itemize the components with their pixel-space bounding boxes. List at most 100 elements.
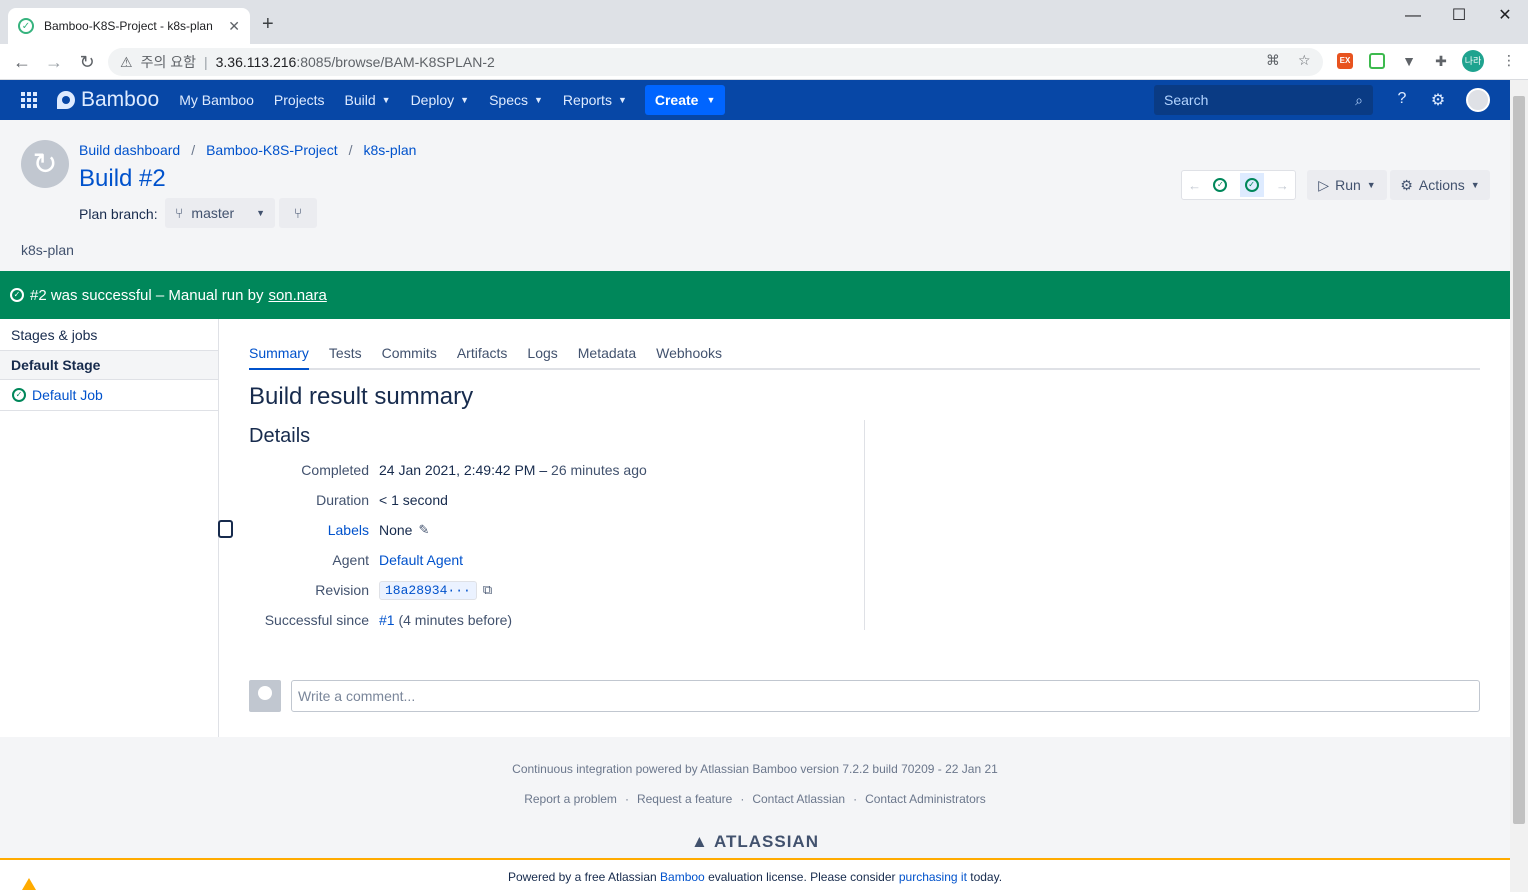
focus-outline	[218, 520, 233, 538]
logo-text: Bamboo	[81, 88, 160, 111]
tab-tests[interactable]: Tests	[329, 345, 362, 370]
footer-contact-atlassian[interactable]: Contact Atlassian	[752, 792, 845, 806]
nav-specs-label: Specs	[489, 92, 528, 108]
previous-build-icon[interactable]: ←	[1188, 178, 1201, 193]
nav-deploy[interactable]: Deploy ▼	[411, 92, 470, 108]
license-purchase-link[interactable]: purchasing it	[899, 870, 967, 884]
user-avatar[interactable]	[1466, 88, 1490, 112]
bookmark-star-icon[interactable]: ☆	[1298, 52, 1311, 69]
details-title: Details	[249, 425, 311, 447]
gear-icon[interactable]: ⚙	[1428, 90, 1448, 110]
license-bamboo-link[interactable]: Bamboo	[660, 870, 705, 884]
success-banner: ✓ #2 was successful – Manual run by son.…	[0, 271, 1510, 319]
nav-deploy-label: Deploy	[410, 92, 455, 108]
chevron-down-icon: ▼	[706, 95, 716, 105]
maximize-icon[interactable]: ☐	[1436, 4, 1482, 28]
result-tabs: Summary Tests Commits Artifacts Logs Met…	[249, 345, 1480, 370]
nav-build-label: Build	[344, 92, 376, 108]
build-history-nav: ← ✓ ✓ →	[1181, 170, 1296, 200]
minimize-icon[interactable]: —	[1390, 4, 1436, 28]
breadcrumb: Build dashboard / Bamboo-K8S-Project / k…	[79, 142, 416, 158]
agent-label: Agent	[332, 552, 369, 568]
pencil-icon[interactable]: ✎	[418, 522, 429, 538]
reload-icon[interactable]: ↻	[75, 50, 99, 74]
footer-dot: ·	[853, 792, 858, 806]
success-favicon-icon: ✓	[18, 18, 34, 34]
breadcrumb-build-dashboard[interactable]: Build dashboard	[79, 142, 180, 158]
bamboo-logo[interactable]: Bamboo	[57, 88, 159, 112]
extension-green-icon[interactable]	[1369, 53, 1385, 69]
extensions-puzzle-icon[interactable]: ✚	[1433, 53, 1449, 69]
help-icon[interactable]: ?	[1392, 90, 1412, 108]
profile-avatar[interactable]: 나라	[1462, 50, 1484, 72]
next-build-icon[interactable]: →	[1276, 178, 1289, 193]
current-build-indicator[interactable]: ✓	[1239, 173, 1264, 197]
banner-user-link[interactable]: son.nara	[268, 287, 326, 304]
copy-icon[interactable]: ⧉	[483, 582, 492, 598]
forward-icon[interactable]: →	[42, 50, 66, 74]
tab-commits[interactable]: Commits	[382, 345, 437, 370]
atlassian-logo[interactable]: ▲ ATLASSIAN	[0, 832, 1510, 852]
tab-webhooks[interactable]: Webhooks	[656, 345, 722, 370]
tab-metadata[interactable]: Metadata	[578, 345, 636, 370]
sidebar-item-default-job[interactable]: ✓ Default Job	[0, 380, 218, 411]
browser-tab[interactable]: ✓ Bamboo-K8S-Project - k8s-plan ✕	[8, 8, 250, 44]
create-branch-button[interactable]: ⑂	[279, 198, 317, 228]
menu-kebab-icon[interactable]: ⋮	[1502, 52, 1516, 69]
nav-build[interactable]: Build ▼	[345, 92, 391, 108]
labels-link[interactable]: Labels	[249, 522, 379, 538]
page-title[interactable]: Build #2	[79, 165, 166, 193]
chevron-down-icon: ▼	[256, 208, 265, 218]
actions-button[interactable]: ⚙ Actions ▼	[1390, 170, 1490, 200]
app-switcher-icon[interactable]	[21, 92, 37, 108]
chevron-down-icon: ▼	[617, 95, 627, 105]
completed-label: Completed	[301, 462, 369, 478]
sidebar-heading: Stages & jobs	[0, 319, 218, 351]
scrollbar-thumb[interactable]	[1513, 96, 1525, 824]
duration-label: Duration	[316, 492, 369, 508]
revision-label: Revision	[315, 582, 369, 598]
since-label: Successful since	[264, 612, 369, 628]
breadcrumb-project[interactable]: Bamboo-K8S-Project	[206, 142, 338, 158]
search-icon: ⌕	[1355, 91, 1363, 108]
warning-icon: ⚠	[120, 53, 133, 70]
search-input[interactable]: Search ⌕	[1154, 85, 1373, 115]
create-button[interactable]: Create ▼	[644, 85, 726, 115]
tab-artifacts[interactable]: Artifacts	[457, 345, 508, 370]
comment-input[interactable]: Write a comment...	[291, 680, 1480, 712]
nav-my-bamboo[interactable]: My Bamboo	[179, 92, 254, 108]
footer-dot: ·	[624, 792, 629, 806]
plan-status-icon: ↻	[21, 140, 69, 188]
extension-ex-icon[interactable]: EX	[1337, 53, 1353, 69]
branch-select[interactable]: ⑂ master ▼	[165, 198, 275, 228]
address-bar[interactable]: ⚠ 주의 요함 | 3.36.113.216 :8085/browse/BAM-…	[108, 48, 1323, 76]
tab-summary[interactable]: Summary	[249, 345, 309, 370]
bamboo-header: Bamboo My Bamboo Projects Build ▼ Deploy ▼…	[0, 80, 1510, 120]
footer-report-problem[interactable]: Report a problem	[524, 792, 617, 806]
detail-labels: Labels None ✎	[249, 520, 849, 540]
close-tab-icon[interactable]: ✕	[228, 18, 240, 35]
footer-request-feature[interactable]: Request a feature	[637, 792, 732, 806]
nav-reports[interactable]: Reports ▼	[563, 92, 627, 108]
revision-hash[interactable]: 18a28934···	[379, 580, 477, 600]
nav-projects[interactable]: Projects	[274, 92, 325, 108]
breadcrumb-plan[interactable]: k8s-plan	[363, 142, 416, 158]
branch-icon: ⑂	[175, 205, 184, 221]
run-button[interactable]: ▷ Run ▼	[1307, 170, 1387, 200]
nav-specs[interactable]: Specs ▼	[489, 92, 543, 108]
agent-link[interactable]: Default Agent	[379, 552, 463, 568]
tab-logs[interactable]: Logs	[527, 345, 557, 370]
duration-value: < 1 second	[379, 492, 448, 508]
completed-value: 24 Jan 2021, 2:49:42 PM – 26 minutes ago	[379, 462, 647, 478]
close-window-icon[interactable]: ✕	[1482, 4, 1528, 28]
since-build-link[interactable]: #1	[379, 612, 395, 628]
build-1-success-icon[interactable]: ✓	[1213, 178, 1228, 192]
footer-contact-admins[interactable]: Contact Administrators	[865, 792, 986, 806]
completed-datetime: 24 Jan 2021, 2:49:42 PM	[379, 462, 536, 478]
new-tab-icon[interactable]: +	[262, 14, 274, 34]
extension-v-icon[interactable]: ▼	[1401, 53, 1417, 69]
back-icon[interactable]: ←	[10, 50, 34, 74]
summary-title: Build result summary	[249, 383, 474, 410]
since-note: (4 minutes before)	[394, 612, 513, 628]
translate-icon[interactable]: ⌘	[1266, 52, 1280, 69]
